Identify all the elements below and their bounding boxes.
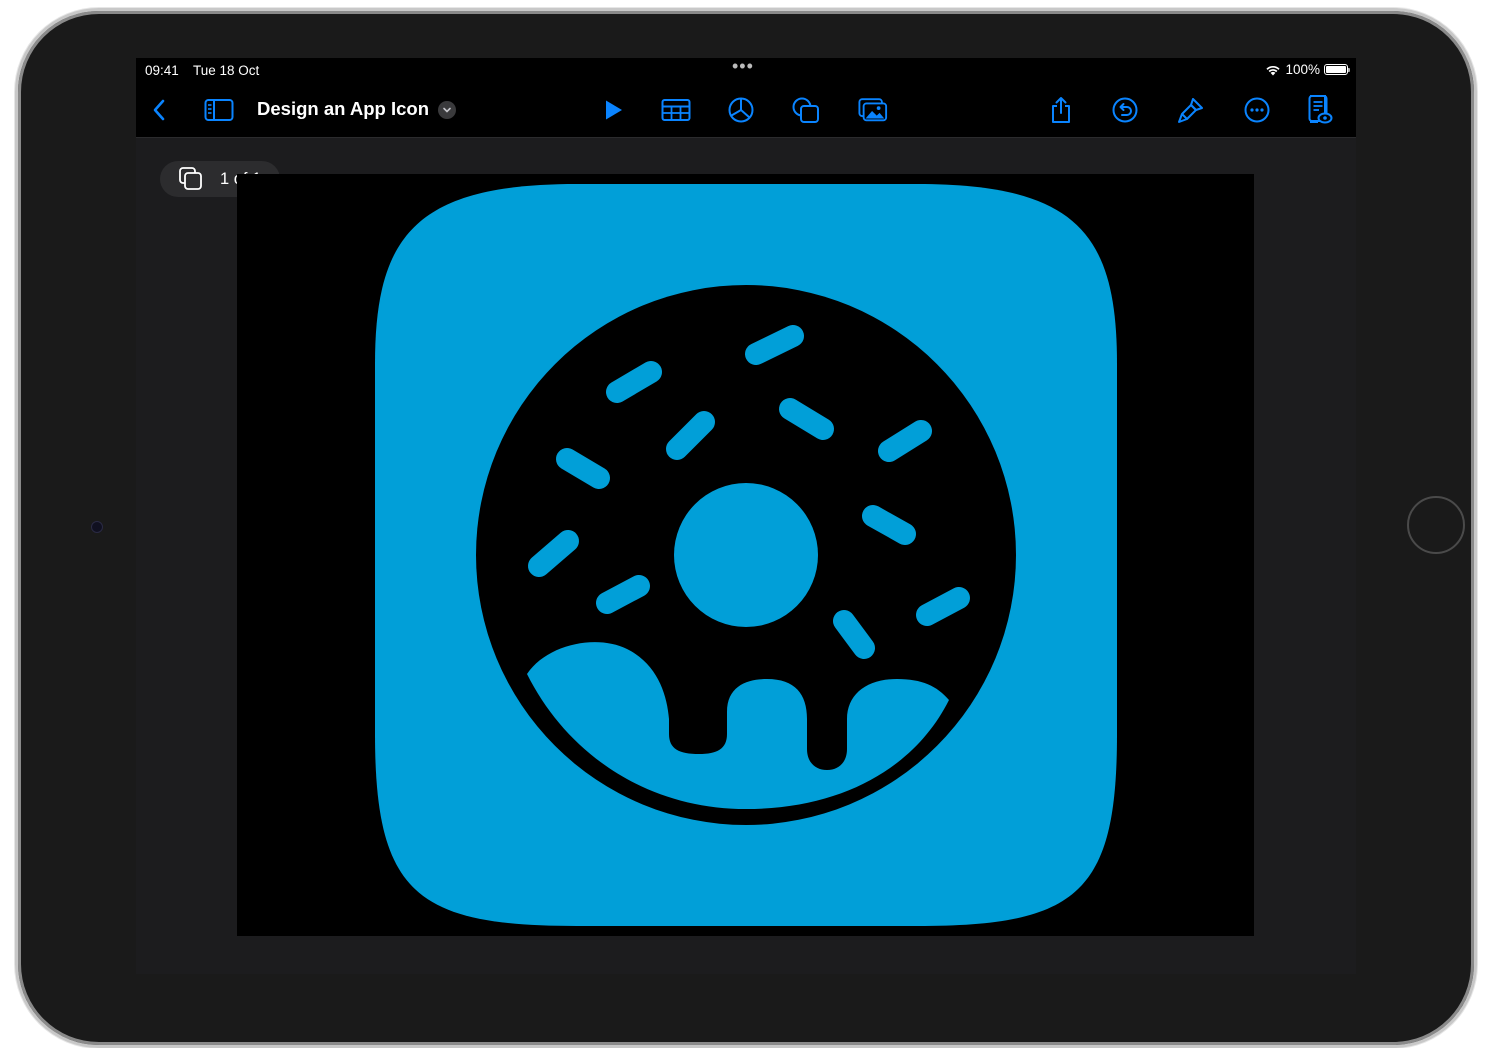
more-button[interactable] (1242, 95, 1272, 125)
document-title[interactable]: Design an App Icon (257, 98, 429, 120)
status-time: 09:41 (145, 63, 179, 78)
pages-icon (179, 167, 202, 190)
battery-icon (1324, 64, 1350, 75)
toolbar: Design an App Icon (136, 82, 1356, 138)
share-button[interactable] (1046, 95, 1076, 125)
paintbrush-icon (1178, 98, 1203, 123)
play-icon (606, 100, 622, 120)
multitasking-dots-icon[interactable]: ••• (732, 58, 754, 77)
sprinkle (862, 505, 916, 545)
chevron-left-icon (153, 99, 165, 121)
format-button[interactable] (1176, 95, 1206, 125)
shapes-icon (792, 97, 819, 123)
status-date: Tue 18 Oct (193, 63, 260, 78)
screen: 09:41 Tue 18 Oct ••• 100% Design an App … (136, 58, 1356, 974)
reading-view-icon (1308, 95, 1333, 124)
insert-media-button[interactable] (858, 95, 888, 125)
front-camera (91, 521, 103, 533)
insert-chart-button[interactable] (726, 95, 756, 125)
back-button[interactable] (144, 95, 174, 125)
battery-percent: 100% (1285, 62, 1320, 77)
sidebar-icon (204, 99, 234, 121)
insert-shape-button[interactable] (791, 95, 821, 125)
donut-app-icon[interactable] (237, 174, 1254, 936)
undo-button[interactable] (1110, 95, 1140, 125)
undo-icon (1112, 97, 1138, 123)
table-icon (661, 99, 691, 121)
more-icon (1244, 97, 1270, 123)
chart-icon (728, 97, 754, 123)
sprinkle (916, 587, 970, 626)
insert-table-button[interactable] (661, 95, 691, 125)
title-menu-chevron-icon[interactable] (438, 101, 456, 119)
share-icon (1052, 97, 1070, 123)
wifi-icon (1265, 64, 1281, 76)
slide-canvas[interactable] (237, 174, 1254, 936)
sprinkle (596, 575, 650, 614)
home-button[interactable] (1407, 496, 1465, 554)
reading-view-button[interactable] (1304, 95, 1334, 125)
donut-hole (674, 483, 818, 627)
media-icon (858, 98, 888, 122)
status-indicators: 100% (1265, 62, 1350, 77)
status-bar: 09:41 Tue 18 Oct ••• 100% (136, 58, 1356, 82)
sidebar-toggle-button[interactable] (204, 95, 234, 125)
play-button[interactable] (598, 95, 628, 125)
